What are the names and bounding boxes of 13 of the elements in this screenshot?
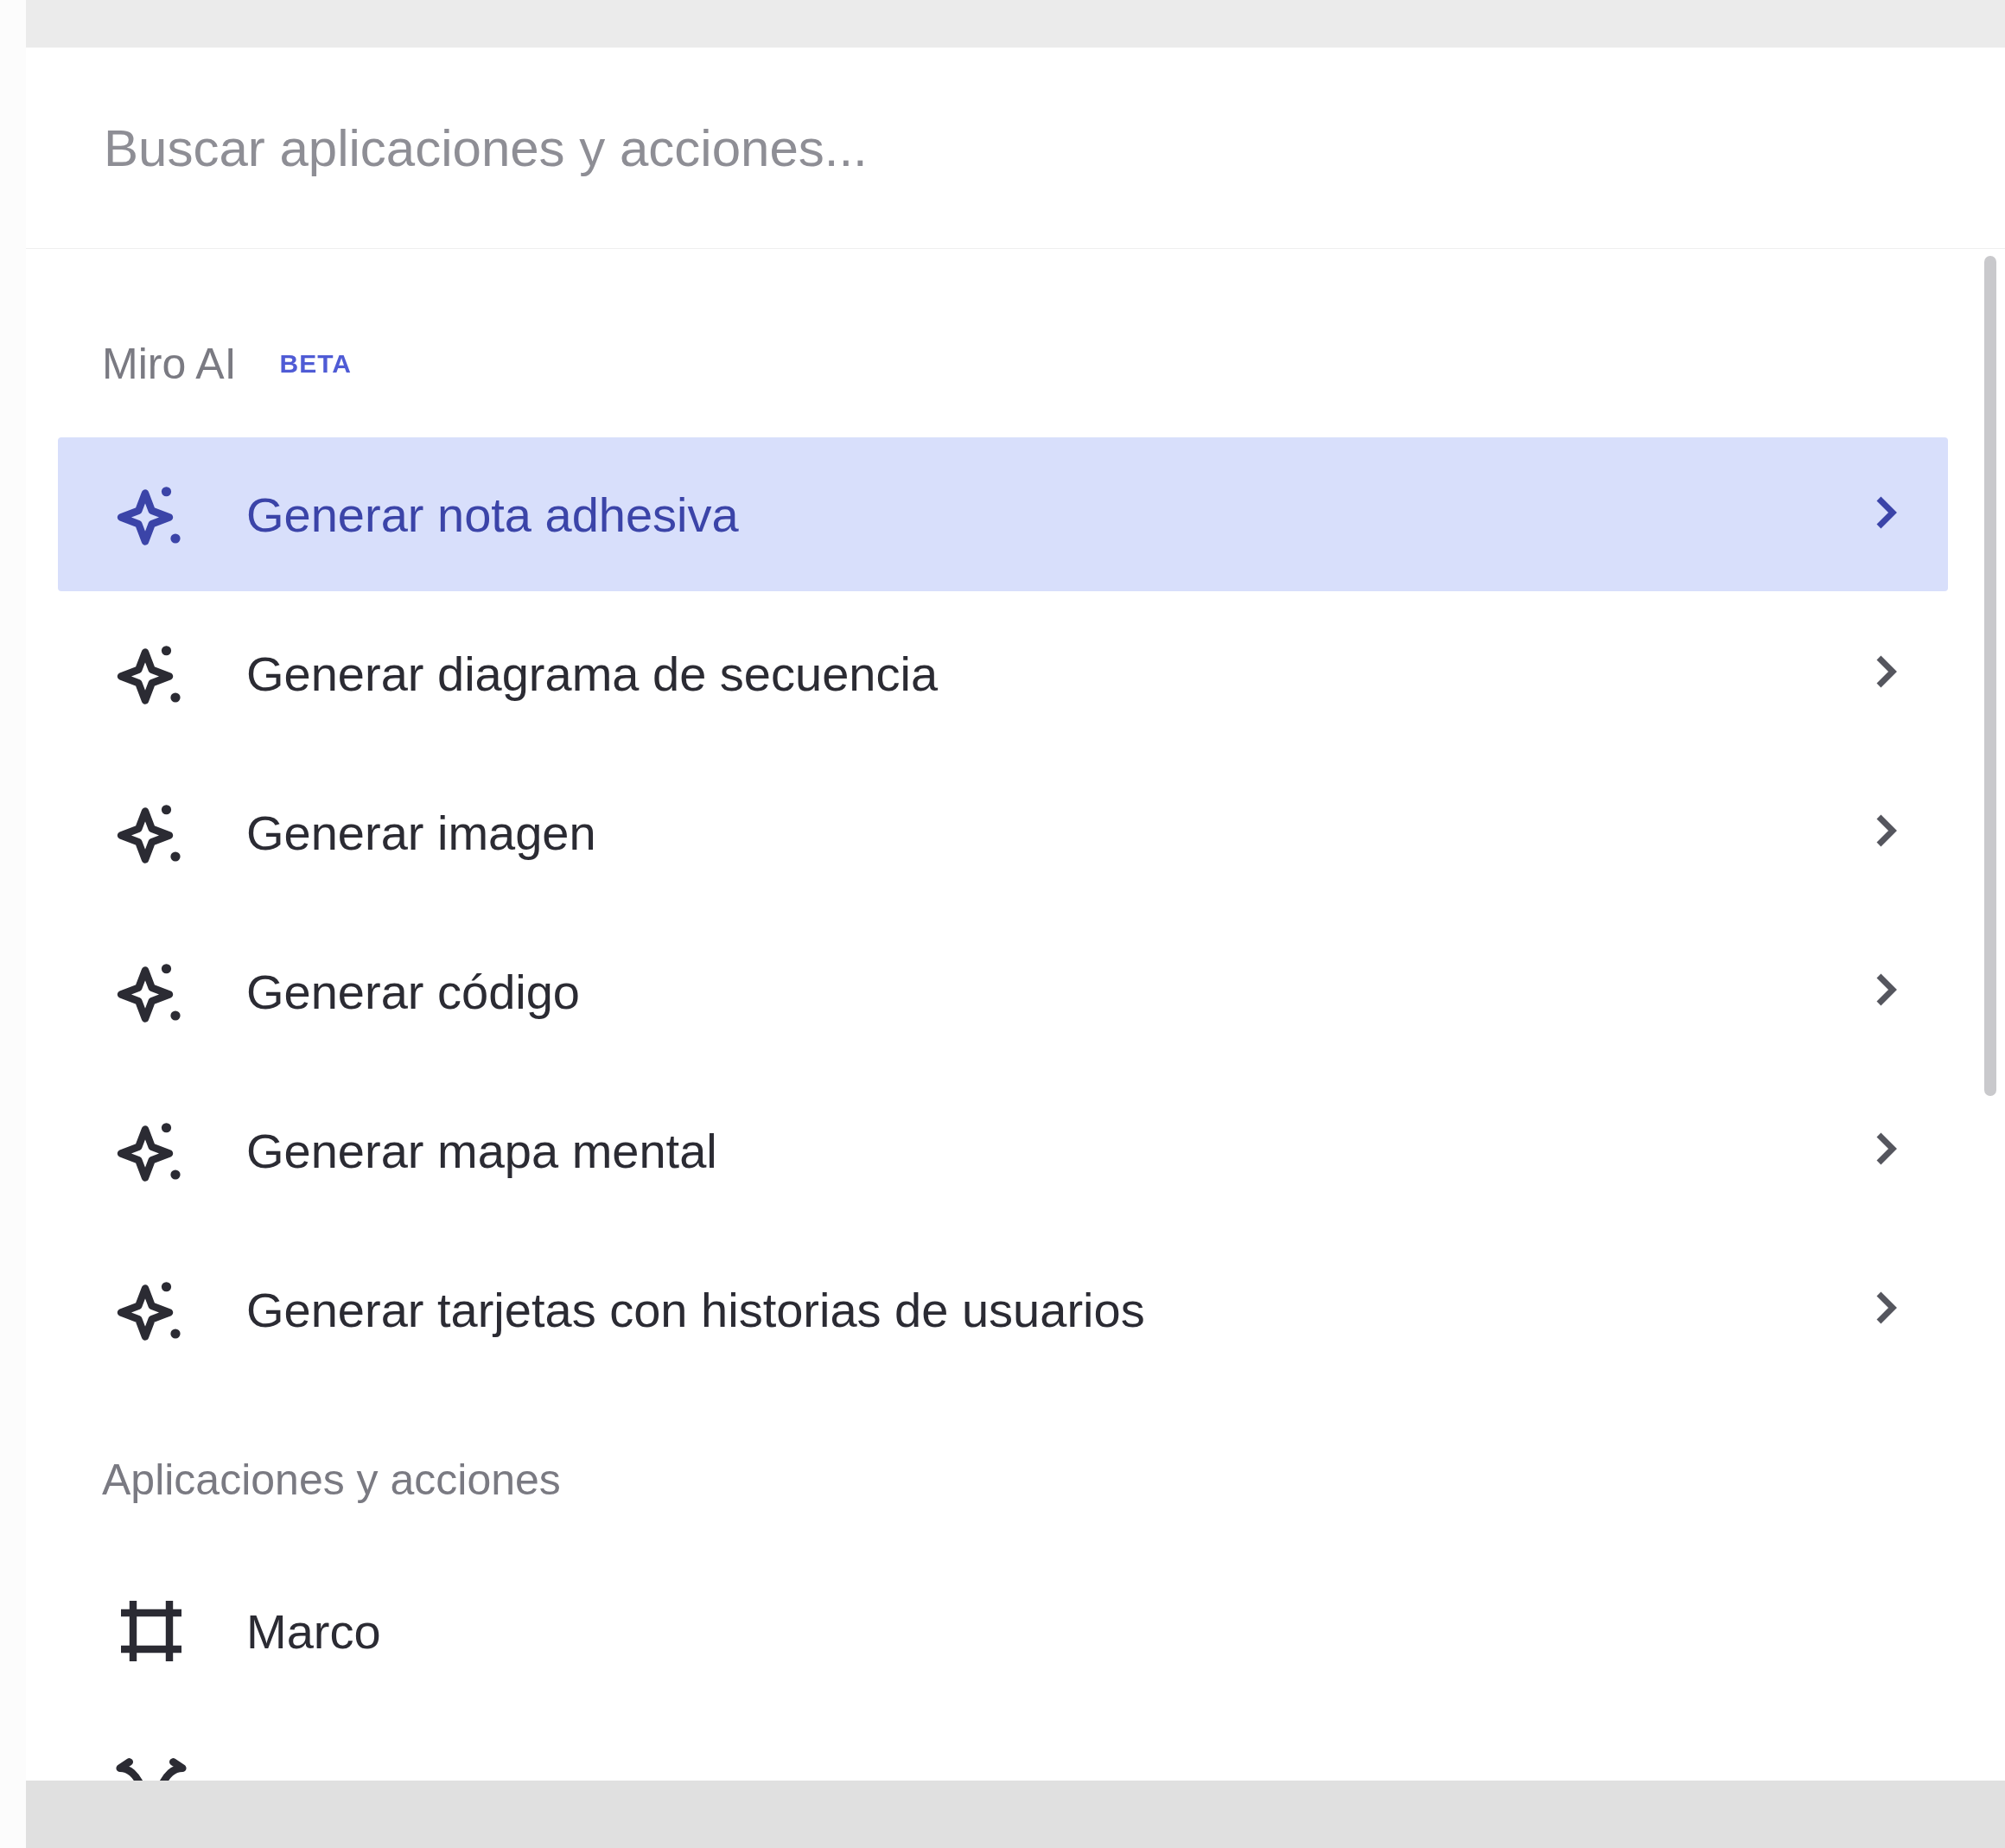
menu-item[interactable]: Generar imagen <box>58 755 1948 909</box>
menu-item[interactable]: Generar diagrama de secuencia <box>58 596 1948 750</box>
section-heading: Aplicaciones y acciones <box>102 1454 561 1505</box>
menu-item[interactable]: Generar tarjetas con historias de usuarios <box>58 1233 1948 1386</box>
menu-item[interactable]: Generar código <box>58 914 1948 1068</box>
menu-item[interactable]: Generar nota adhesiva <box>58 437 1948 591</box>
search-field[interactable]: Buscar aplicaciones y acciones... <box>102 117 1661 179</box>
section-heading: Miro AI <box>102 338 237 389</box>
beta-label: BETA <box>279 348 353 379</box>
menu-item[interactable]: Generar mapa mental <box>58 1074 1948 1227</box>
menu-item[interactable]: Marco <box>58 1554 1948 1708</box>
scrollbar-thumb[interactable] <box>1984 256 1996 1096</box>
arrows-icon <box>115 1757 188 1781</box>
